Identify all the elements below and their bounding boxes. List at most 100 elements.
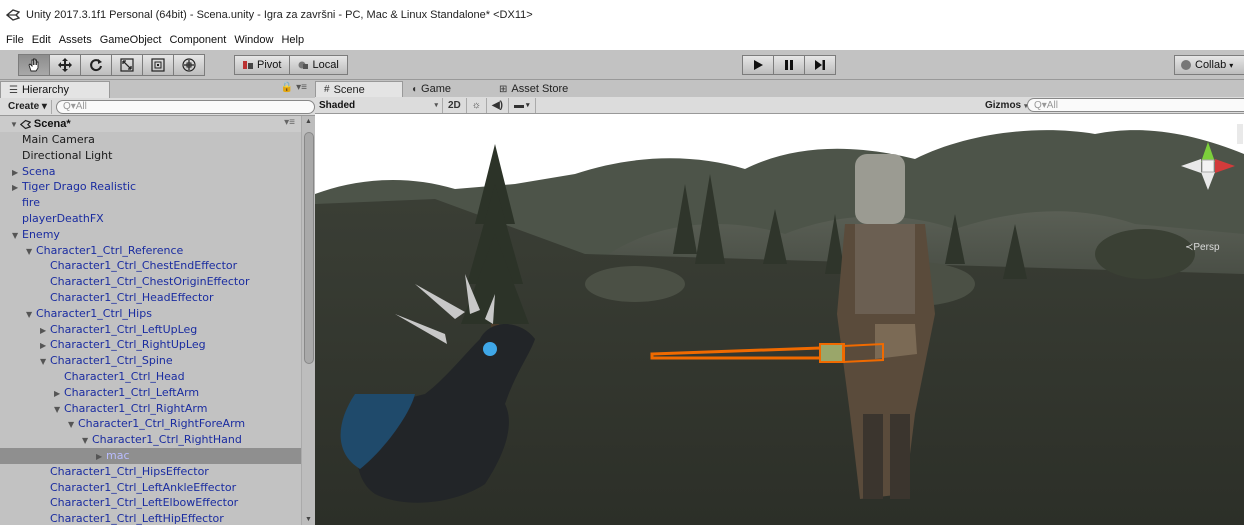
scrollbar-thumb[interactable]	[304, 132, 314, 364]
hierarchy-tab-label: Hierarchy	[21, 84, 70, 96]
hierarchy-item[interactable]: ▶ Tiger Drago Realistic	[0, 179, 301, 195]
hierarchy-item-label: playerDeathFX	[22, 211, 104, 225]
expand-arrow-icon[interactable]: ▼	[26, 244, 36, 260]
hierarchy-item-label: Character1_Ctrl_Hips	[36, 306, 152, 320]
collapse-arrow-icon[interactable]: ▶	[12, 180, 22, 196]
menu-gameobject[interactable]: GameObject	[100, 34, 162, 46]
pause-button[interactable]	[773, 55, 805, 75]
hierarchy-item[interactable]: fire	[0, 195, 301, 211]
hierarchy-item[interactable]: Character1_Ctrl_HeadEffector	[0, 290, 301, 306]
audio-toggle-button[interactable]: ◀)	[487, 97, 509, 113]
lock-icon[interactable]: 🔒 ▾≡	[281, 82, 307, 93]
collapse-arrow-icon[interactable]: ▶	[54, 386, 64, 402]
pause-icon	[785, 60, 793, 70]
scale-tool-button[interactable]	[111, 54, 143, 76]
hierarchy-item[interactable]: Character1_Ctrl_ChestOriginEffector	[0, 274, 301, 290]
hierarchy-item-label: Character1_Ctrl_Reference	[36, 243, 184, 257]
hierarchy-item-label: Character1_Ctrl_ChestEndEffector	[50, 259, 238, 273]
scene-root-row[interactable]: ▼ Scena* ▾≡	[0, 116, 301, 132]
scene-viewport[interactable]: ≺Persp	[315, 114, 1244, 525]
speaker-icon: ◀)	[491, 99, 503, 111]
local-button[interactable]: Local	[289, 55, 348, 75]
effects-dropdown[interactable]: ▬ ▾	[509, 97, 536, 113]
collab-button[interactable]: Collab ▾	[1174, 55, 1244, 75]
hierarchy-item[interactable]: Character1_Ctrl_ChestEndEffector	[0, 258, 301, 274]
collapse-arrow-icon[interactable]: ▶	[40, 323, 50, 339]
hierarchy-item[interactable]: ▼ Character1_Ctrl_Hips	[0, 306, 301, 322]
collapse-arrow-icon[interactable]: ▶	[96, 449, 106, 465]
scroll-down-icon[interactable]: ▼	[305, 516, 312, 523]
hierarchy-item[interactable]: Main Camera	[0, 132, 301, 148]
hierarchy-item[interactable]: ▶ Character1_Ctrl_LeftArm	[0, 385, 301, 401]
2d-toggle-button[interactable]: 2D	[443, 97, 467, 113]
tab-asset-store[interactable]: ⊞ Asset Store	[491, 81, 579, 97]
expand-arrow-icon[interactable]: ▼	[54, 402, 64, 418]
hierarchy-item[interactable]: ▼ Character1_Ctrl_RightHand	[0, 432, 301, 448]
window-title: Unity 2017.3.1f1 Personal (64bit) - Scen…	[26, 9, 533, 21]
hierarchy-item-label: Enemy	[22, 227, 60, 241]
rotate-tool-button[interactable]	[80, 54, 112, 76]
pivot-button[interactable]: Pivot	[234, 55, 291, 75]
shading-mode-dropdown[interactable]: Shaded ▾	[315, 97, 443, 113]
step-button[interactable]	[804, 55, 836, 75]
expand-arrow-icon[interactable]: ▼	[40, 354, 50, 370]
lighting-toggle-button[interactable]: ☼	[467, 97, 487, 113]
hierarchy-item[interactable]: Character1_Ctrl_HipsEffector	[0, 464, 301, 480]
scene-search-input[interactable]: Q▾All	[1027, 98, 1244, 112]
hierarchy-item[interactable]: Character1_Ctrl_LeftHipEffector	[0, 511, 301, 525]
local-label: Local	[312, 59, 339, 71]
hierarchy-item[interactable]: ▼ Character1_Ctrl_RightForeArm	[0, 416, 301, 432]
game-tab-label: Game	[421, 83, 452, 95]
rect-tool-button[interactable]	[142, 54, 174, 76]
create-button[interactable]: Create ▾	[4, 99, 52, 114]
collapse-arrow-icon[interactable]: ▶	[40, 338, 50, 354]
hierarchy-item[interactable]: playerDeathFX	[0, 211, 301, 227]
hierarchy-item[interactable]: Directional Light	[0, 148, 301, 164]
combined-transform-icon	[182, 58, 196, 72]
scene-options-icon[interactable]: ▾≡	[284, 117, 295, 128]
menu-window[interactable]: Window	[234, 34, 273, 46]
expand-arrow-icon[interactable]: ▼	[26, 307, 36, 323]
hierarchy-item[interactable]: ▶ Character1_Ctrl_LeftUpLeg	[0, 322, 301, 338]
hierarchy-scrollbar[interactable]: ▲ ▼	[301, 116, 315, 525]
hierarchy-item[interactable]: Character1_Ctrl_Head	[0, 369, 301, 385]
hand-tool-button[interactable]	[18, 54, 50, 76]
tab-game[interactable]: ◖ Game	[403, 81, 491, 97]
expand-arrow-icon[interactable]: ▼	[68, 417, 78, 433]
collapse-arrow-icon[interactable]: ▶	[12, 165, 22, 181]
hierarchy-item[interactable]: Character1_Ctrl_LeftElbowEffector	[0, 495, 301, 511]
hierarchy-item-label: Character1_Ctrl_LeftUpLeg	[50, 322, 198, 336]
hierarchy-item[interactable]: ▶ mac	[0, 447, 301, 465]
gizmos-dropdown[interactable]: Gizmos ▾	[985, 98, 1028, 113]
list-icon: ☰	[9, 84, 18, 96]
play-button[interactable]	[742, 55, 774, 75]
move-arrows-icon	[58, 58, 72, 72]
hierarchy-item-label: Character1_Ctrl_Head	[64, 369, 185, 383]
scroll-up-icon[interactable]: ▲	[305, 118, 312, 125]
expand-arrow-icon[interactable]: ▼	[82, 433, 92, 449]
menu-assets[interactable]: Assets	[59, 34, 92, 46]
hierarchy-item[interactable]: ▼ Character1_Ctrl_Reference	[0, 243, 301, 259]
menu-file[interactable]: File	[6, 34, 24, 46]
gizmos-label: Gizmos	[985, 100, 1022, 111]
hierarchy-item[interactable]: ▶ Scena	[0, 164, 301, 180]
expand-arrow-icon[interactable]: ▼	[12, 228, 22, 244]
menu-help[interactable]: Help	[281, 34, 304, 46]
hierarchy-item-label: fire	[22, 196, 40, 210]
transform-tool-button[interactable]	[173, 54, 205, 76]
hierarchy-item[interactable]: ▼ Character1_Ctrl_RightArm	[0, 401, 301, 417]
move-tool-button[interactable]	[49, 54, 81, 76]
hierarchy-search-input[interactable]: Q▾All	[55, 99, 315, 114]
pivot-label: Pivot	[257, 59, 282, 71]
hierarchy-item[interactable]: ▼ Character1_Ctrl_Spine	[0, 353, 301, 369]
tab-scene[interactable]: # Scene	[315, 81, 403, 97]
hierarchy-item[interactable]: ▼ Enemy	[0, 227, 301, 243]
chevron-down-icon: ▾	[1229, 60, 1234, 70]
menu-edit[interactable]: Edit	[32, 34, 51, 46]
tab-hierarchy[interactable]: ☰ Hierarchy	[0, 81, 110, 98]
persp-label[interactable]: ≺Persp	[1185, 242, 1220, 253]
menu-component[interactable]: Component	[169, 34, 226, 46]
hierarchy-item[interactable]: ▶ Character1_Ctrl_RightUpLeg	[0, 337, 301, 353]
hierarchy-item[interactable]: Character1_Ctrl_LeftAnkleEffector	[0, 480, 301, 496]
hierarchy-item-label: Character1_Ctrl_LeftAnkleEffector	[50, 480, 237, 494]
